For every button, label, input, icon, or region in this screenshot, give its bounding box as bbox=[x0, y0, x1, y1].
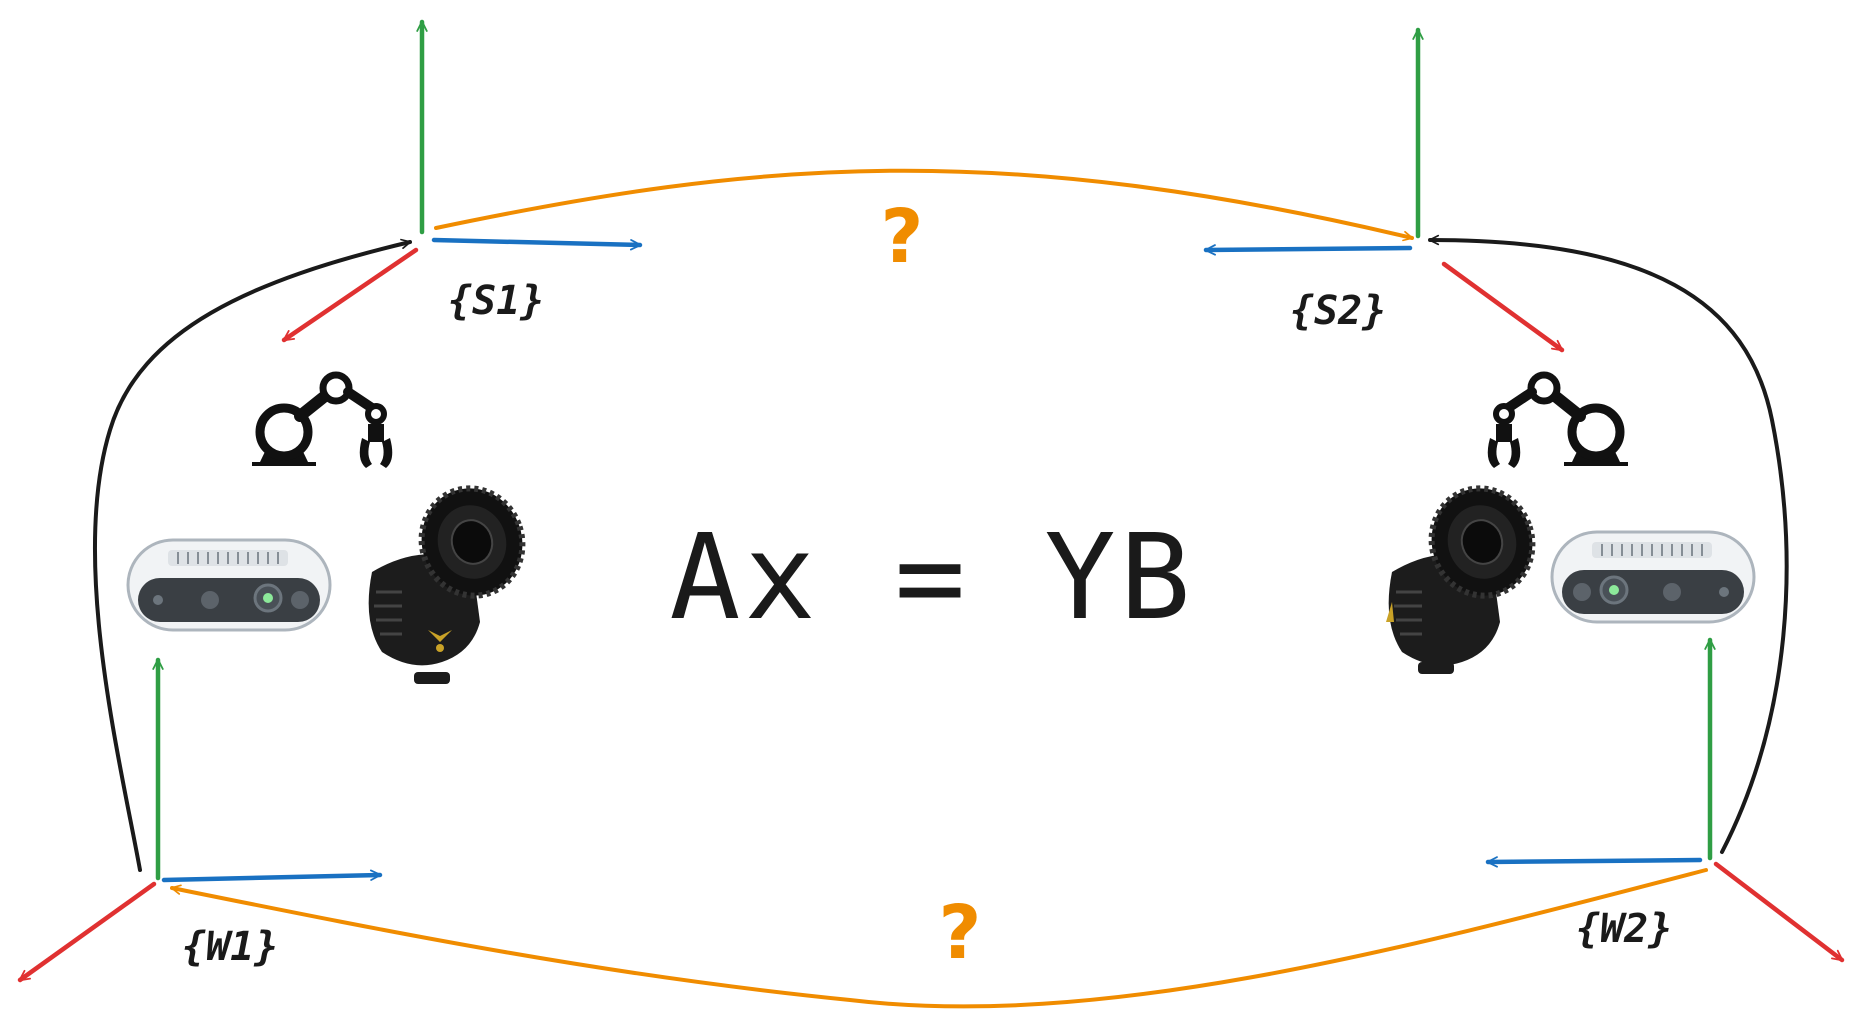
frame-label-w2: {W2} bbox=[1576, 906, 1672, 952]
equation: Ax = YB bbox=[669, 508, 1194, 646]
frame-label-w1: {W1} bbox=[182, 924, 278, 970]
link-s1-to-s2-unknown bbox=[434, 168, 1414, 242]
frame-s1-x-axis bbox=[281, 247, 419, 343]
frame-label-s2: {S2} bbox=[1290, 288, 1386, 334]
frame-w2-x-axis bbox=[1713, 861, 1845, 963]
frame-w2-z-axis bbox=[1485, 856, 1703, 868]
frame-label-s1: {S1} bbox=[448, 278, 544, 324]
frame-s2-z-axis bbox=[1203, 244, 1413, 256]
hand-eye-calibration-diagram: ? ? {S1} {S2} {W1} {W2} Ax = YB bbox=[17, 19, 1845, 1009]
tracking-camera-icon bbox=[1386, 485, 1536, 674]
tracking-camera-icon bbox=[368, 485, 526, 684]
frame-w1-z-axis bbox=[161, 869, 383, 883]
unknown-top-question-mark: ? bbox=[881, 194, 924, 280]
depth-camera-icon bbox=[126, 538, 332, 632]
frame-w1-x-axis bbox=[17, 881, 157, 983]
robot-arm-icon bbox=[1487, 371, 1628, 468]
frame-s2-x-axis bbox=[1441, 261, 1565, 353]
depth-camera-icon bbox=[1550, 530, 1756, 624]
frame-s1-z-axis bbox=[431, 237, 643, 251]
robot-arm-icon bbox=[252, 371, 393, 468]
unknown-bottom-question-mark: ? bbox=[939, 890, 982, 976]
